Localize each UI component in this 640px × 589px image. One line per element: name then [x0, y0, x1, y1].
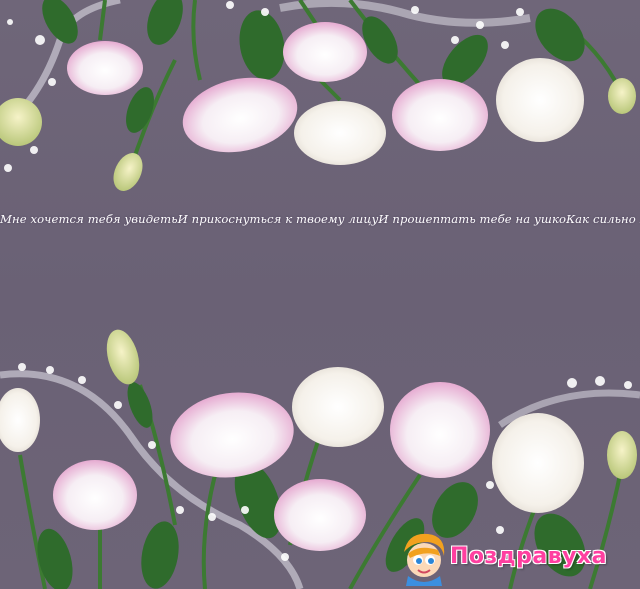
greeting-text: Мне хочется тебя увидетьИ прикоснуться к…: [0, 212, 640, 226]
flowers-top-art: [0, 0, 636, 191]
site-logo: Поздравуха: [398, 530, 638, 586]
logo-text: Поздравуха: [450, 544, 607, 569]
mascot-icon: [404, 533, 445, 586]
postcard: Мне хочется тебя увидетьИ прикоснуться к…: [0, 0, 640, 589]
flowers-top: [0, 0, 640, 200]
